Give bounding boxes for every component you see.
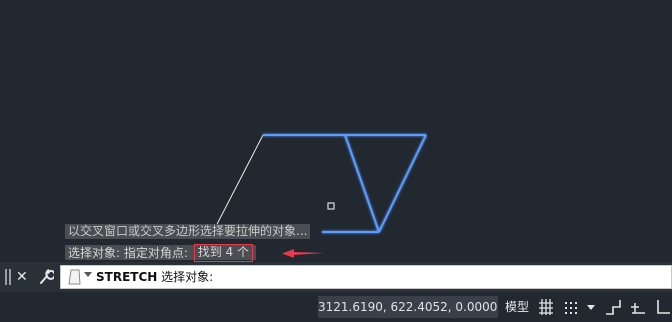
object-snap-icon[interactable] (655, 298, 671, 316)
drag-handle-icon[interactable] (5, 269, 11, 285)
model-tab[interactable]: 模型 (503, 296, 531, 318)
polar-icon[interactable] (629, 298, 647, 316)
chevron-down-icon[interactable] (586, 298, 596, 316)
snap-icon[interactable] (563, 298, 579, 316)
command-prompt: STRETCH 选择对象: (96, 269, 213, 285)
ortho-icon[interactable] (604, 298, 622, 316)
chevron-down-icon[interactable] (84, 272, 92, 277)
command-name: STRETCH (96, 270, 158, 284)
close-icon[interactable]: ✕ (16, 266, 28, 288)
arrow-icon (282, 249, 324, 258)
wrench-icon[interactable] (38, 267, 54, 285)
coordinate-readout[interactable]: 3121.6190, 622.4052, 0.0000 (318, 296, 498, 318)
grid-icon[interactable] (538, 298, 554, 316)
stretch-command-icon[interactable] (68, 268, 82, 286)
command-prompt-text: 选择对象: (161, 270, 214, 284)
annotation-arrow (282, 249, 324, 258)
